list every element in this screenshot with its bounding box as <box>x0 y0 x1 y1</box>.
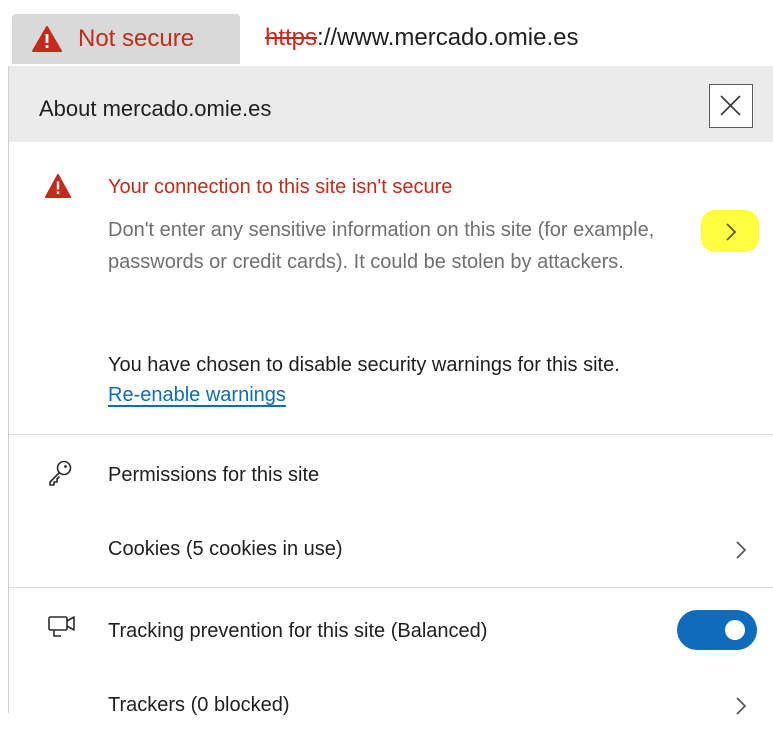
address-bar: Not secure https://www.mercado.omie.es <box>0 0 773 66</box>
chevron-right-icon <box>736 697 747 715</box>
cookies-row[interactable]: Cookies (5 cookies in use) <box>9 518 773 578</box>
warning-triangle-icon <box>32 26 62 52</box>
chevron-right-icon <box>736 541 747 559</box>
site-info-flyout: About mercado.omie.es Your connection to… <box>8 66 773 716</box>
chevron-right-icon <box>726 223 737 241</box>
close-button[interactable] <box>709 84 753 128</box>
url-host: ://www.mercado.omie.es <box>317 24 579 51</box>
not-secure-label: Not secure <box>78 25 195 52</box>
divider <box>9 587 773 588</box>
connection-warning-title: Your connection to this site isn't secur… <box>108 176 453 198</box>
toggle-knob <box>725 620 745 640</box>
permissions-title: Permissions for this site <box>108 464 320 486</box>
cookies-label: Cookies (5 cookies in use) <box>108 538 343 560</box>
close-icon <box>720 95 741 116</box>
key-icon <box>49 460 72 486</box>
flyout-title: About mercado.omie.es <box>39 96 272 121</box>
not-secure-button[interactable]: Not secure <box>12 14 240 64</box>
divider <box>9 434 773 435</box>
security-warnings-disabled-note: You have chosen to disable security warn… <box>108 354 620 376</box>
connection-warning-description: Don't enter any sensitive information on… <box>108 219 655 273</box>
flyout-header: About mercado.omie.es <box>9 66 773 142</box>
connection-details-button[interactable] <box>701 210 759 252</box>
tracking-prevention-toggle[interactable] <box>677 610 757 650</box>
connection-warning-icon <box>45 174 71 198</box>
url-field[interactable]: https://www.mercado.omie.es <box>265 24 578 52</box>
reenable-warnings-link[interactable]: Re-enable warnings <box>108 384 286 407</box>
trackers-label: Trackers (0 blocked) <box>108 694 290 716</box>
trackers-row[interactable]: Trackers (0 blocked) <box>9 678 773 738</box>
tracking-prevention-icon <box>48 616 75 637</box>
tracking-prevention-label: Tracking prevention for this site (Balan… <box>108 620 488 642</box>
url-scheme: https <box>265 24 318 51</box>
